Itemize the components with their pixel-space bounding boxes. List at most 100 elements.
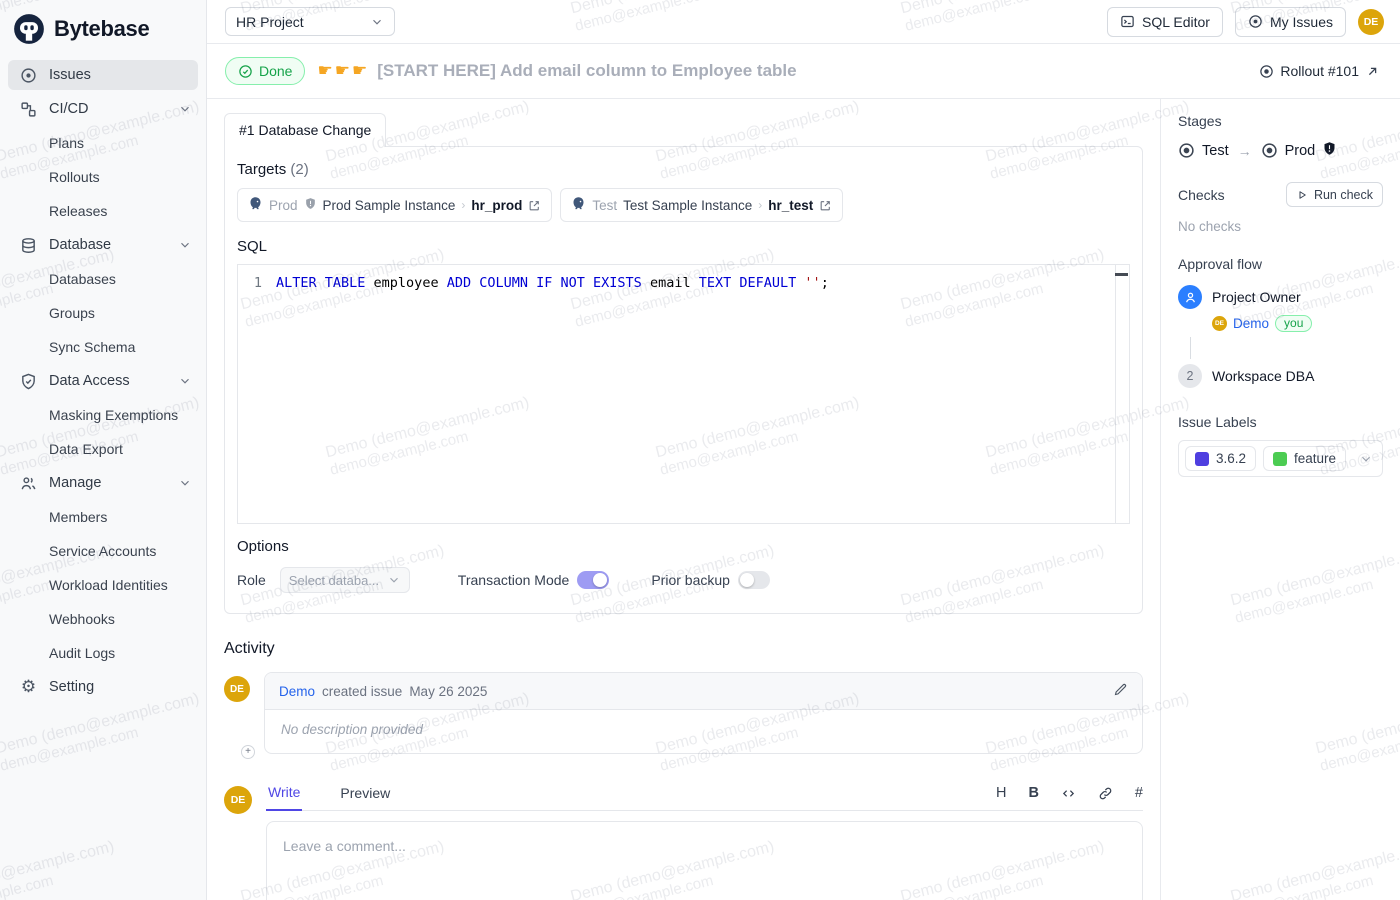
sql-line-1: 1 ALTER TABLE employee ADD COLUMN IF NOT… — [238, 265, 1129, 291]
sidebar-item-groups[interactable]: Groups — [8, 298, 198, 328]
targets-row: Prod Prod Sample Instance › hr_prod Test… — [237, 188, 1130, 222]
stage-test[interactable]: Test — [1202, 143, 1229, 159]
sql-editor-button[interactable]: SQL Editor — [1107, 7, 1223, 37]
options-section: Options Role Select databa... Transactio… — [237, 538, 1130, 613]
sidebar-item-label: Releases — [49, 203, 107, 219]
avatar: DE — [224, 676, 250, 702]
target-database: hr_test — [768, 198, 813, 213]
tab-write[interactable]: Write — [266, 784, 302, 811]
edit-description-button[interactable] — [1113, 682, 1128, 700]
activity-author-link[interactable]: Demo — [279, 684, 315, 699]
status-label: Done — [259, 63, 292, 79]
sidebar-item-service-accounts[interactable]: Service Accounts — [8, 536, 198, 566]
label-chip[interactable]: 3.6.2 — [1185, 446, 1256, 471]
tab-preview[interactable]: Preview — [338, 785, 392, 810]
main-column: HR Project SQL Editor My Issues DE Done — [207, 0, 1400, 900]
postgres-icon — [248, 196, 263, 214]
activity-item: DE + Demo created issue May 26 2025 No d… — [224, 672, 1143, 754]
sql-editor[interactable]: 1 ALTER TABLE employee ADD COLUMN IF NOT… — [237, 264, 1130, 524]
sidebar-item-plans[interactable]: Plans — [8, 128, 198, 158]
label-text: 3.6.2 — [1216, 451, 1246, 466]
task-card: Targets (2) Prod Prod Sample Instance › … — [224, 146, 1143, 614]
sidebar-item-issues[interactable]: Issues — [8, 60, 198, 90]
sidebar-item-label: Webhooks — [49, 611, 115, 627]
comment-input[interactable] — [266, 821, 1143, 900]
sidebar-item-label: Groups — [49, 305, 95, 321]
sidebar-item-audit-logs[interactable]: Audit Logs — [8, 638, 198, 668]
user-avatar[interactable]: DE — [1358, 9, 1384, 35]
target-database: hr_prod — [471, 198, 522, 213]
tab-database-change[interactable]: #1 Database Change — [224, 113, 386, 147]
gear-icon: ⚙ — [20, 679, 37, 696]
approver-link[interactable]: Demo — [1233, 316, 1269, 331]
sidebar-item-masking-exemptions[interactable]: Masking Exemptions — [8, 400, 198, 430]
sidebar-item-cicd[interactable]: CI/CD — [8, 94, 198, 124]
options-heading: Options — [237, 538, 1130, 555]
approval-step-2: 2 Workspace DBA — [1178, 364, 1383, 388]
label-chip[interactable]: feature — [1263, 446, 1346, 471]
transaction-mode-label: Transaction Mode — [458, 572, 570, 588]
stage-prod[interactable]: Prod — [1285, 143, 1316, 159]
sidebar-item-rollouts[interactable]: Rollouts — [8, 162, 198, 192]
check-circle-icon — [238, 64, 253, 79]
chevron-down-icon — [178, 238, 192, 252]
stage-status-icon[interactable] — [1261, 142, 1278, 159]
status-badge[interactable]: Done — [225, 57, 305, 85]
sidebar-item-manage[interactable]: Manage — [8, 468, 198, 498]
sidebar-item-releases[interactable]: Releases — [8, 196, 198, 226]
project-selector[interactable]: HR Project — [225, 7, 395, 36]
rollout-link[interactable]: Rollout #101 — [1259, 63, 1380, 79]
bold-format-button[interactable]: B — [1028, 785, 1038, 801]
targets-heading: Targets (2) — [237, 161, 1130, 178]
sidebar-item-label: Masking Exemptions — [49, 407, 178, 423]
targets-count: (2) — [290, 161, 308, 178]
sidebar-item-data-export[interactable]: Data Export — [8, 434, 198, 464]
label-color-swatch — [1273, 452, 1287, 466]
label-color-swatch — [1195, 452, 1209, 466]
hash-button[interactable]: # — [1135, 785, 1143, 801]
prior-backup-toggle[interactable] — [738, 571, 770, 589]
target-chip-hr-prod[interactable]: Prod Prod Sample Instance › hr_prod — [237, 188, 552, 222]
sidebar-item-webhooks[interactable]: Webhooks — [8, 604, 198, 634]
postgres-icon — [571, 196, 586, 214]
target-chip-hr-test[interactable]: Test Test Sample Instance › hr_test — [560, 188, 843, 222]
shield-icon — [304, 197, 317, 213]
transaction-mode-toggle[interactable] — [577, 571, 609, 589]
sidebar-item-sync-schema[interactable]: Sync Schema — [8, 332, 198, 362]
terminal-icon — [1120, 14, 1135, 29]
chevron-down-icon — [178, 476, 192, 490]
issue-title-text: [START HERE] Add email column to Employe… — [377, 61, 796, 81]
brand-logo[interactable]: Bytebase — [8, 0, 198, 60]
stage-status-icon[interactable] — [1178, 142, 1195, 159]
sidebar-item-label: Issues — [49, 67, 91, 83]
issue-labels-heading: Issue Labels — [1178, 414, 1383, 430]
my-issues-button[interactable]: My Issues — [1235, 7, 1346, 37]
sidebar-item-databases[interactable]: Databases — [8, 264, 198, 294]
external-link-icon — [819, 199, 832, 212]
plus-badge[interactable]: + — [241, 745, 255, 759]
sidebar-item-setting[interactable]: ⚙ Setting — [8, 672, 198, 702]
heading-format-button[interactable]: H — [996, 785, 1006, 801]
sidebar-item-data-access[interactable]: Data Access — [8, 366, 198, 396]
link-icon[interactable] — [1098, 786, 1113, 801]
run-check-button[interactable]: Run check — [1286, 182, 1383, 207]
chevron-right-icon: › — [461, 198, 465, 212]
sidebar-item-label: Members — [49, 509, 107, 525]
role-select[interactable]: Select databa... — [280, 567, 410, 593]
step-number-badge: 2 — [1178, 364, 1202, 388]
approval-flow-heading: Approval flow — [1178, 256, 1383, 272]
stages-row: Test → Prod — [1178, 141, 1383, 160]
code-icon[interactable] — [1061, 786, 1076, 801]
run-check-label: Run check — [1314, 188, 1373, 202]
collapse-editor-button[interactable] — [1115, 273, 1128, 276]
sidebar-item-database[interactable]: Database — [8, 230, 198, 260]
sidebar-item-members[interactable]: Members — [8, 502, 198, 532]
sidebar-item-label: Database — [49, 237, 111, 253]
issue-labels-select[interactable]: 3.6.2 feature — [1178, 440, 1383, 477]
my-issues-label: My Issues — [1270, 14, 1333, 30]
sidebar-item-workload-identities[interactable]: Workload Identities — [8, 570, 198, 600]
chevron-down-icon — [1359, 452, 1373, 466]
checks-heading: Checks — [1178, 187, 1225, 203]
external-link-icon — [528, 199, 541, 212]
sidebar-item-label: Data Access — [49, 373, 130, 389]
